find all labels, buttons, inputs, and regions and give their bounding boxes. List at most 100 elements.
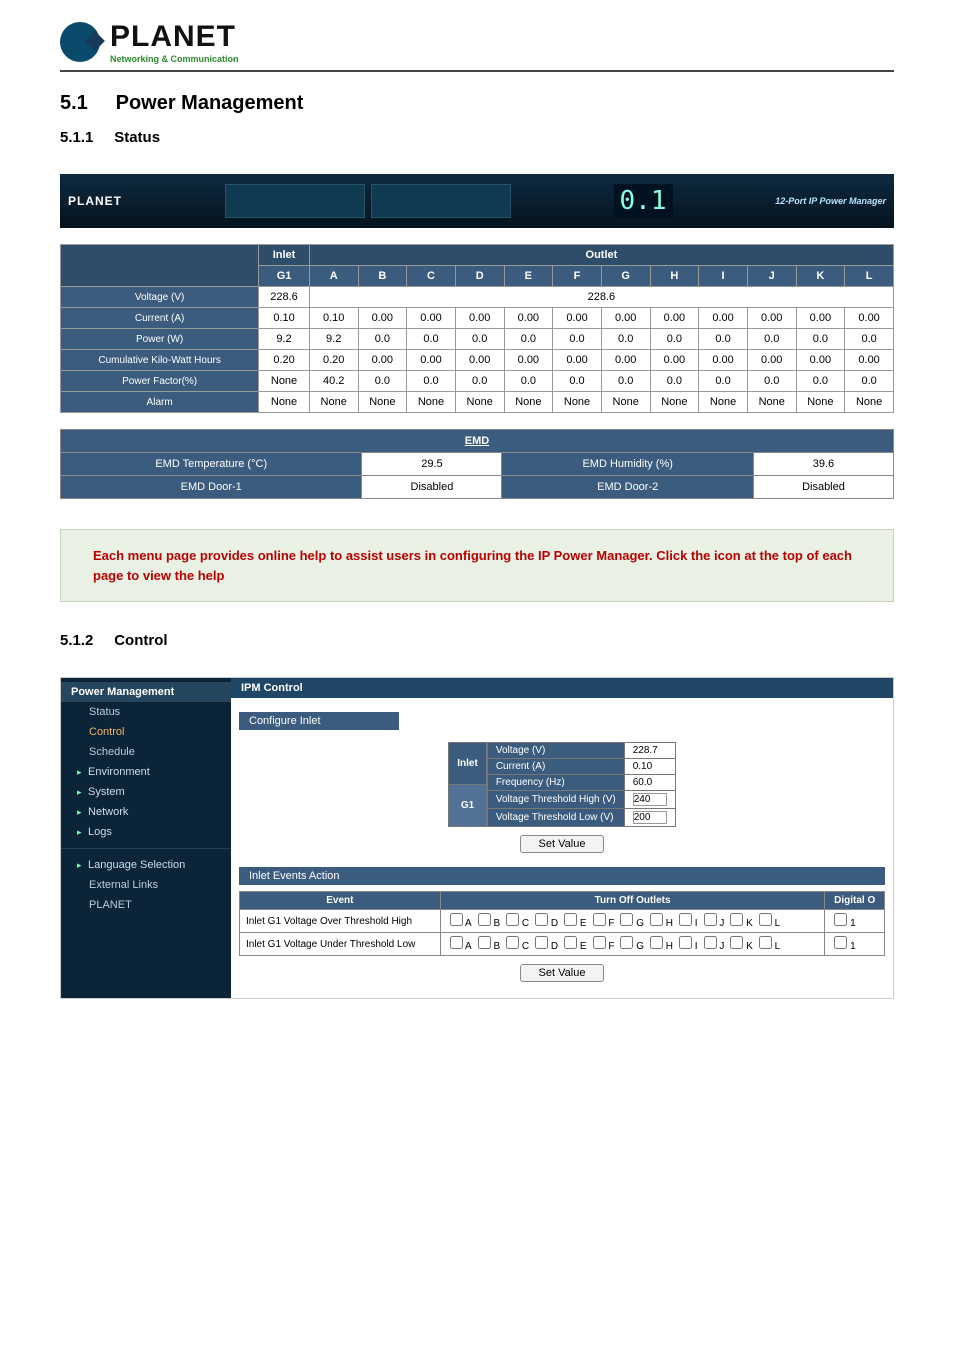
sidebar-item-schedule[interactable]: Schedule — [61, 742, 231, 762]
outlet-checkbox-J[interactable] — [704, 936, 717, 949]
control-panel: Power Management Status Control Schedule… — [60, 677, 894, 999]
pdu-status-table: Inlet Outlet G1ABCDEFGHIJKL Voltage (V)2… — [60, 244, 894, 413]
inlet-param-value[interactable] — [624, 809, 675, 827]
outlet-checkbox-B[interactable] — [478, 913, 491, 926]
pdu-col-I: I — [699, 266, 748, 287]
pdu-col-A: A — [309, 266, 358, 287]
outlet-checkbox-K[interactable] — [730, 936, 743, 949]
logo-text: PLANET — [110, 20, 239, 54]
inlet-param-value[interactable] — [624, 791, 675, 809]
outlet-checkbox-B[interactable] — [478, 936, 491, 949]
ipm-control-header: IPM Control — [231, 678, 893, 698]
sidebar-item-environment[interactable]: Environment — [61, 762, 231, 782]
pdu-cell: 0.0 — [747, 371, 796, 392]
pdu-cell: 0.00 — [358, 308, 407, 329]
outlet-checkbox-C[interactable] — [506, 936, 519, 949]
set-value-button-1[interactable]: Set Value — [520, 835, 605, 853]
sidebar-item-status[interactable]: Status — [61, 702, 231, 722]
pdu-cell: None — [699, 392, 748, 413]
inlet-param-label: Voltage Threshold Low (V) — [487, 809, 624, 827]
sidebar-item-network[interactable]: Network — [61, 802, 231, 822]
pdu-cell: 0.0 — [407, 371, 456, 392]
pdu-cell: 0.00 — [407, 308, 456, 329]
pdu-col-K: K — [796, 266, 845, 287]
outlet-checkbox-C[interactable] — [506, 913, 519, 926]
emd-value: 29.5 — [362, 453, 502, 476]
pdu-cell: 0.00 — [650, 350, 699, 371]
event-name: Inlet G1 Voltage Under Threshold Low — [240, 933, 441, 956]
pdu-col-F: F — [553, 266, 602, 287]
outlet-checkbox-D[interactable] — [535, 936, 548, 949]
outlet-checkbox-D[interactable] — [535, 913, 548, 926]
inlet-threshold-input[interactable] — [633, 811, 667, 824]
outlet-checkbox-G[interactable] — [620, 936, 633, 949]
emd-header: EMD — [61, 430, 894, 453]
pdu-cell: 0.0 — [455, 329, 504, 350]
pdu-cell: 0.00 — [796, 308, 845, 329]
outlet-checkbox-E[interactable] — [564, 913, 577, 926]
pdu-cell: 0.00 — [455, 350, 504, 371]
inlet-config-table: Inlet G1 — [448, 742, 487, 827]
outlet-checkbox-G[interactable] — [620, 913, 633, 926]
pdu-cell: 0.00 — [699, 350, 748, 371]
outlet-checkbox-J[interactable] — [704, 913, 717, 926]
outlet-checkbox-I[interactable] — [679, 936, 692, 949]
sidebar-item-control[interactable]: Control — [61, 722, 231, 742]
sidebar-item-logs[interactable]: Logs — [61, 822, 231, 842]
pdu-cell: 0.10 — [259, 308, 310, 329]
event-outlet-checks: A B C D E F G H I J K L — [440, 933, 825, 956]
subsection-status: 5.1.1 Status — [60, 129, 894, 146]
set-value-button-2[interactable]: Set Value — [520, 964, 605, 982]
pdu-cell: 0.00 — [504, 308, 553, 329]
event-digital-checks: 1 — [825, 910, 885, 933]
outlet-checkbox-L[interactable] — [759, 936, 772, 949]
sidebar-item-language[interactable]: Language Selection — [61, 855, 231, 875]
inlet-param-label: Current (A) — [487, 759, 624, 775]
pdu-voltage-merged: 228.6 — [309, 287, 893, 308]
sidebar-nav: Power Management Status Control Schedule… — [61, 678, 231, 998]
outlet-checkbox-H[interactable] — [650, 913, 663, 926]
help-text: Each menu page provides online help to a… — [93, 546, 861, 585]
emd-value: Disabled — [362, 476, 502, 499]
digital-out-checkbox[interactable] — [834, 936, 847, 949]
pdu-cell: 0.0 — [796, 329, 845, 350]
pdu-row-label: Current (A) — [61, 308, 259, 329]
pdu-cell: None — [601, 392, 650, 413]
pdu-cell: 0.00 — [845, 350, 894, 371]
outlet-checkbox-I[interactable] — [679, 913, 692, 926]
outlet-checkbox-K[interactable] — [730, 913, 743, 926]
pdu-row-label: Cumulative Kilo-Watt Hours — [61, 350, 259, 371]
inlet-g1-head: G1 — [449, 785, 487, 827]
pdu-col-H: H — [650, 266, 699, 287]
pdu-cell: 0.00 — [747, 350, 796, 371]
outlet-checkbox-F[interactable] — [593, 913, 606, 926]
pdu-cell: 0.0 — [699, 371, 748, 392]
digital-out-checkbox[interactable] — [834, 913, 847, 926]
inlet-threshold-input[interactable] — [633, 793, 667, 806]
logo-tagline: Networking & Communication — [110, 54, 239, 64]
sidebar-item-external-links[interactable]: External Links — [61, 875, 231, 895]
outlet-checkbox-E[interactable] — [564, 936, 577, 949]
pdu-cell: 0.00 — [407, 350, 456, 371]
pdu-cell: 0.00 — [601, 308, 650, 329]
sidebar-item-planet-link[interactable]: PLANET — [61, 895, 231, 915]
outlet-checkbox-A[interactable] — [450, 936, 463, 949]
port-indicators — [225, 184, 511, 218]
pdu-cell: 9.2 — [259, 329, 310, 350]
pdu-col-E: E — [504, 266, 553, 287]
pdu-cell: 0.20 — [259, 350, 310, 371]
outlet-checkbox-L[interactable] — [759, 913, 772, 926]
outlet-checkbox-F[interactable] — [593, 936, 606, 949]
pdu-cell: 0.0 — [796, 371, 845, 392]
ev-col-digital: Digital O — [825, 892, 885, 910]
pdu-cell: 0.00 — [553, 308, 602, 329]
ev-col-outlets: Turn Off Outlets — [440, 892, 825, 910]
page-header: PLANET Networking & Communication — [60, 20, 894, 72]
planet-logo-icon — [60, 22, 100, 62]
outlet-checkbox-H[interactable] — [650, 936, 663, 949]
pdu-cell: None — [796, 392, 845, 413]
outlet-checkbox-A[interactable] — [450, 913, 463, 926]
device-title: 12-Port IP Power Manager — [775, 196, 886, 206]
sidebar-item-system[interactable]: System — [61, 782, 231, 802]
sidebar-section-power[interactable]: Power Management — [61, 682, 231, 702]
